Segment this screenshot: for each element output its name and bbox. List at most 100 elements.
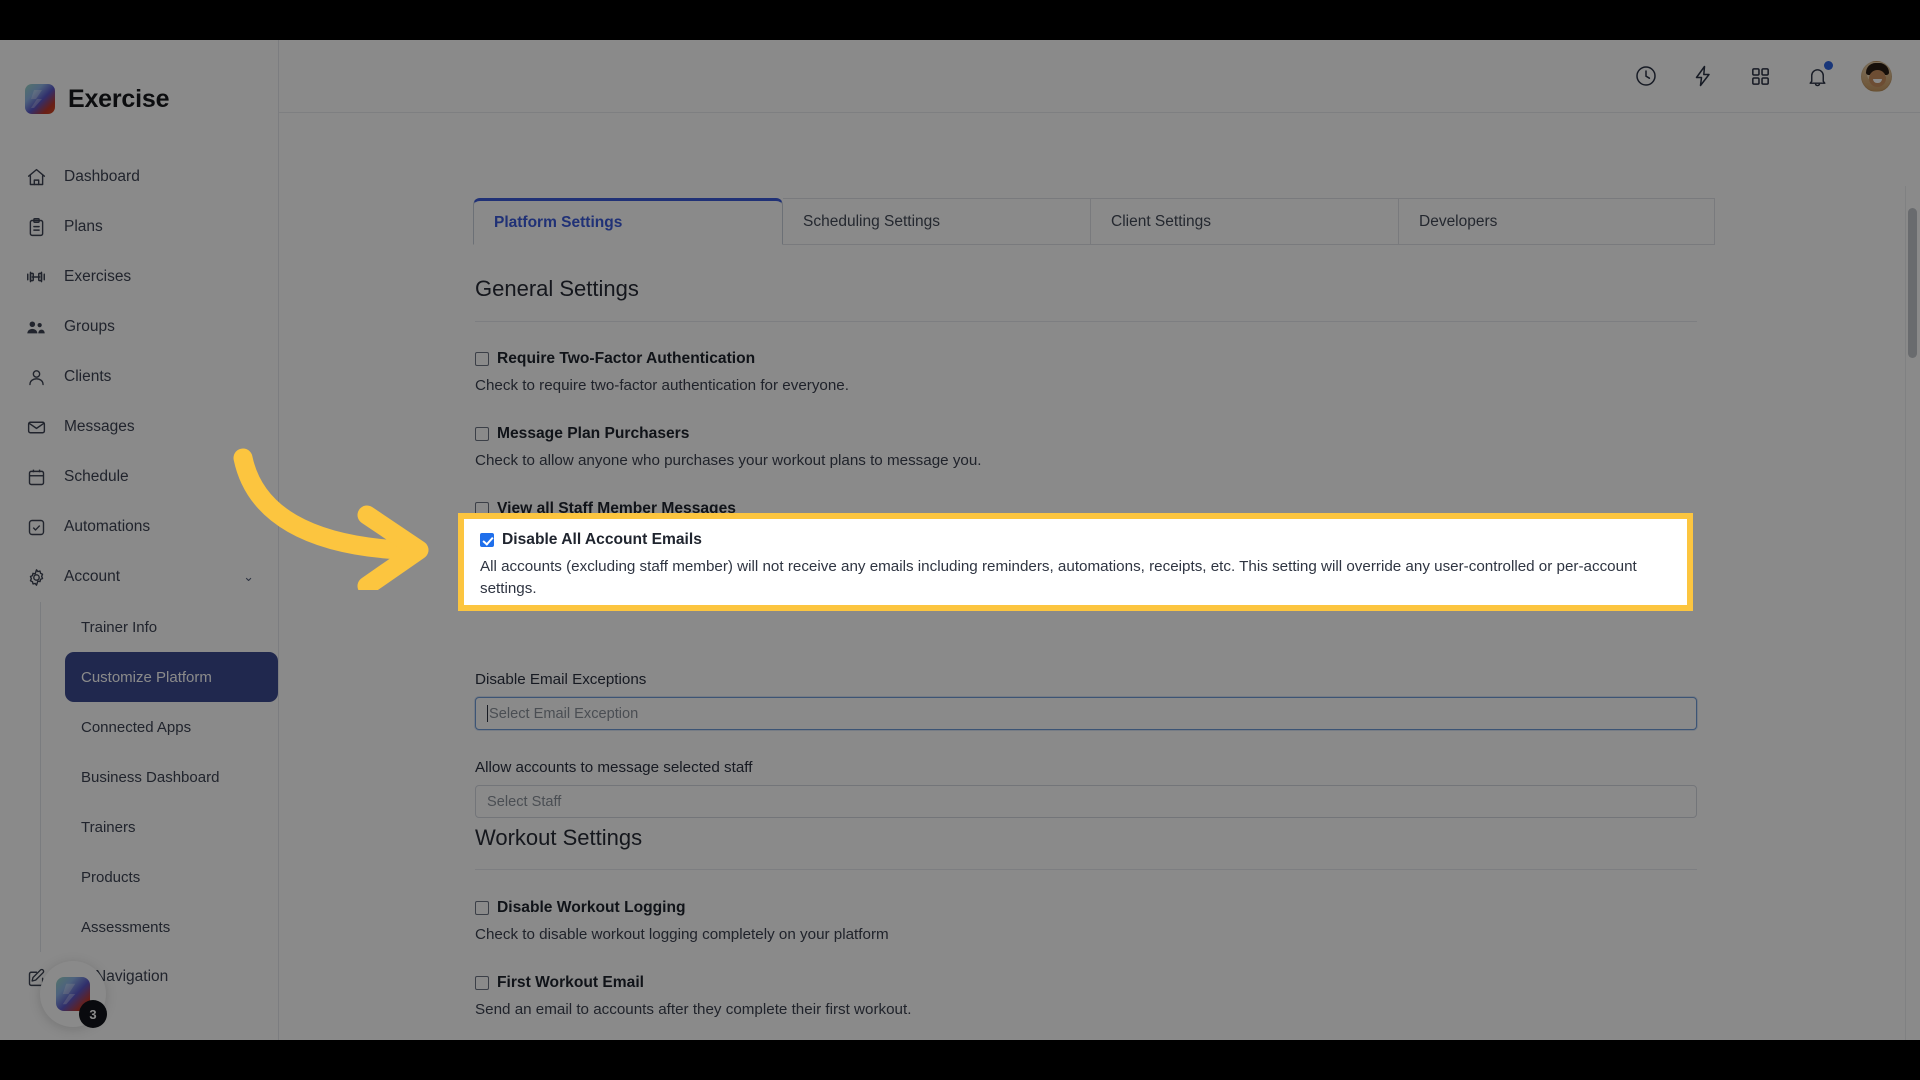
sidebar-subitem-products[interactable]: Products	[65, 852, 278, 902]
sidebar-item-groups[interactable]: Groups	[0, 302, 278, 352]
setting-checkbox[interactable]	[475, 976, 489, 990]
apps-grid-icon[interactable]	[1747, 63, 1773, 89]
history-clock-icon[interactable]	[1633, 63, 1659, 89]
setting-header: Require Two-Factor Authentication	[475, 350, 1475, 368]
sidebar-item-dashboard[interactable]: Dashboard	[0, 152, 278, 202]
section-divider	[475, 321, 1697, 322]
sidebar-item-label: Automations	[64, 518, 151, 535]
setting-require-two-factor[interactable]: Require Two-Factor Authentication Check …	[475, 350, 1475, 397]
envelope-icon	[25, 416, 47, 438]
gear-icon	[25, 566, 47, 588]
setting-label: Message Plan Purchasers	[497, 425, 690, 442]
workout-settings-title: Workout Settings	[475, 825, 643, 850]
setting-description: Check to allow anyone who purchases your…	[475, 452, 982, 469]
highlighted-setting-disable-all-account-emails[interactable]: Disable All Account Emails All accounts …	[458, 513, 1693, 611]
account-subnav: Trainer Info Customize Platform Connecte…	[40, 602, 278, 952]
text-caret	[487, 705, 488, 722]
sidebar-item-clients[interactable]: Clients	[0, 352, 278, 402]
sidebar-subitem-label: Products	[81, 868, 141, 886]
sidebar-item-label: Plans	[64, 218, 103, 235]
general-settings-title: General Settings	[475, 276, 639, 301]
notification-dot	[1824, 61, 1833, 70]
setting-header: First Workout Email	[475, 974, 1475, 992]
input-placeholder: Select Email Exception	[489, 705, 639, 722]
tab-scheduling-settings[interactable]: Scheduling Settings	[783, 198, 1091, 245]
sidebar-item-automations[interactable]: Automations	[0, 502, 278, 552]
setting-checkbox[interactable]	[480, 533, 494, 547]
tab-developers[interactable]: Developers	[1399, 198, 1715, 245]
sidebar-subitem-label: Assessments	[81, 918, 171, 936]
tab-client-settings[interactable]: Client Settings	[1091, 198, 1399, 245]
allow-message-staff-label: Allow accounts to message selected staff	[475, 759, 753, 776]
sidebar: Exercise Dashboard Plans Exercises Group…	[0, 40, 279, 1040]
setting-first-workout-email[interactable]: First Workout Email Send an email to acc…	[475, 974, 1475, 1021]
chevron-down-icon: ⌄	[243, 569, 254, 584]
clipboard-icon	[25, 216, 47, 238]
sidebar-subitem-trainer-info[interactable]: Trainer Info	[65, 602, 278, 652]
settings-tabs: Platform Settings Scheduling Settings Cl…	[473, 198, 1715, 245]
setting-checkbox[interactable]	[475, 901, 489, 915]
setting-label: Require Two-Factor Authentication	[497, 350, 756, 367]
exercise-logo-icon	[25, 84, 55, 114]
setting-description: Send an email to accounts after they com…	[475, 1001, 912, 1018]
person-icon	[25, 366, 47, 388]
disable-email-exceptions-label: Disable Email Exceptions	[475, 671, 647, 688]
allow-message-staff-input[interactable]: Select Staff	[475, 785, 1697, 818]
sidebar-item-account[interactable]: Account ⌄	[0, 552, 278, 602]
tab-label: Client Settings	[1111, 212, 1211, 230]
sidebar-item-label: Messages	[64, 418, 135, 435]
setting-checkbox[interactable]	[475, 427, 489, 441]
sidebar-subitem-label: Customize Platform	[81, 668, 212, 686]
app-name: Exercise	[68, 84, 170, 113]
home-icon	[25, 166, 47, 188]
sidebar-item-schedule[interactable]: Schedule ›	[0, 452, 278, 502]
setting-label: Disable Workout Logging	[497, 899, 686, 916]
sidebar-item-exercises[interactable]: Exercises	[0, 252, 278, 302]
section-divider	[475, 869, 1697, 870]
avatar[interactable]	[1861, 60, 1892, 92]
setting-checkbox[interactable]	[475, 352, 489, 366]
sidebar-subitem-connected-apps[interactable]: Connected Apps	[65, 702, 278, 752]
setting-header: Disable Workout Logging	[475, 899, 1475, 917]
lightning-bolt-icon[interactable]	[1690, 63, 1716, 89]
sidebar-nav: Dashboard Plans Exercises Groups Clients…	[0, 152, 278, 1002]
setting-label: First Workout Email	[497, 974, 645, 991]
setting-description: All accounts (excluding staff member) wi…	[480, 558, 1637, 598]
avatar-smile	[1873, 78, 1882, 83]
sidebar-subitem-trainers[interactable]: Trainers	[65, 802, 278, 852]
sidebar-subitem-customize-platform[interactable]: Customize Platform	[65, 652, 278, 702]
sidebar-subitem-business-dashboard[interactable]: Business Dashboard	[65, 752, 278, 802]
tab-label: Scheduling Settings	[803, 212, 941, 230]
chevron-right-icon: ›	[249, 469, 254, 485]
sidebar-subitem-label: Business Dashboard	[81, 768, 220, 786]
notification-bell-icon[interactable]	[1804, 61, 1833, 89]
tab-label: Platform Settings	[494, 213, 623, 231]
sidebar-subitem-label: Connected Apps	[81, 718, 192, 736]
tab-label: Developers	[1419, 212, 1498, 230]
checkbox-square-icon	[25, 516, 47, 538]
input-placeholder: Select Staff	[487, 793, 562, 810]
sidebar-item-plans[interactable]: Plans	[0, 202, 278, 252]
setting-message-plan-purchasers[interactable]: Message Plan Purchasers Check to allow a…	[475, 425, 1475, 472]
sidebar-subitem-label: Trainer Info	[81, 618, 158, 636]
sidebar-item-label: Account	[64, 568, 121, 585]
disable-email-exceptions-input[interactable]: Select Email Exception	[475, 697, 1697, 730]
sidebar-subitem-assessments[interactable]: Assessments	[65, 902, 278, 952]
launcher-badge-count: 3	[79, 1000, 107, 1028]
sidebar-item-label: Schedule	[64, 468, 129, 485]
top-bar	[279, 40, 1920, 113]
setting-label: Disable All Account Emails	[502, 531, 702, 548]
dumbbell-icon	[25, 266, 47, 288]
setting-header: Disable All Account Emails	[480, 531, 1671, 549]
setting-disable-workout-logging[interactable]: Disable Workout Logging Check to disable…	[475, 899, 1475, 946]
app-logo[interactable]: Exercise	[0, 40, 278, 114]
highlight-inner: Disable All Account Emails All accounts …	[464, 519, 1687, 605]
groups-icon	[25, 316, 47, 338]
sidebar-item-messages[interactable]: Messages	[0, 402, 278, 452]
setting-header: Message Plan Purchasers	[475, 425, 1475, 443]
content-scrollbar-thumb[interactable]	[1908, 208, 1917, 358]
setting-description: Check to require two-factor authenticati…	[475, 377, 849, 394]
sidebar-subitem-label: Trainers	[81, 818, 136, 836]
sidebar-item-label: Groups	[64, 318, 115, 335]
tab-platform-settings[interactable]: Platform Settings	[473, 198, 783, 245]
